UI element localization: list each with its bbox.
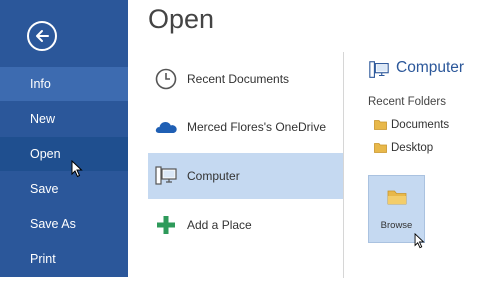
mouse-pointer-icon xyxy=(414,233,425,249)
nav-item-label: Info xyxy=(30,77,51,91)
nav-item-print[interactable]: Print xyxy=(0,242,128,276)
place-onedrive[interactable]: Merced Flores's OneDrive xyxy=(148,104,343,150)
place-label: Computer xyxy=(187,169,240,183)
clock-icon xyxy=(155,68,177,90)
nav-item-label: Print xyxy=(30,252,56,266)
computer-icon xyxy=(369,61,389,78)
back-button[interactable] xyxy=(27,21,57,51)
nav-item-new[interactable]: New xyxy=(0,102,128,136)
mouse-pointer-icon xyxy=(71,160,83,178)
place-add-a-place[interactable]: Add a Place xyxy=(148,202,343,248)
nav-item-info[interactable]: Info xyxy=(0,67,128,101)
nav-item-label: Save xyxy=(30,182,59,196)
nav-item-label: New xyxy=(30,112,56,126)
nav-item-save[interactable]: Save xyxy=(0,172,128,206)
plus-icon xyxy=(157,216,175,234)
computer-icon xyxy=(155,166,177,185)
back-arrow-icon xyxy=(36,30,49,42)
place-label: Recent Documents xyxy=(187,72,290,86)
recent-folders-heading: Recent Folders xyxy=(368,96,446,108)
nav-item-open[interactable]: Open xyxy=(0,137,128,171)
computer-panel-title: Computer xyxy=(396,59,465,76)
backstage-nav: Info New Open Save Save As Print xyxy=(0,0,128,277)
page-title: Open xyxy=(148,4,215,34)
folder-icon xyxy=(374,120,387,130)
nav-item-save-as[interactable]: Save As xyxy=(0,207,128,241)
column-divider xyxy=(343,52,344,278)
folder-icon xyxy=(387,190,407,205)
place-computer[interactable]: Computer xyxy=(148,153,343,199)
onedrive-cloud-icon xyxy=(155,122,177,133)
place-recent-documents[interactable]: Recent Documents xyxy=(148,56,343,102)
place-label: Add a Place xyxy=(187,218,252,232)
nav-item-label: Open xyxy=(30,147,61,161)
folder-label: Documents xyxy=(391,119,450,131)
place-label: Merced Flores's OneDrive xyxy=(187,120,326,134)
nav-item-label: Save As xyxy=(30,217,76,231)
browse-label: Browse xyxy=(380,220,413,231)
folder-icon xyxy=(374,143,387,153)
folder-label: Desktop xyxy=(391,142,434,154)
